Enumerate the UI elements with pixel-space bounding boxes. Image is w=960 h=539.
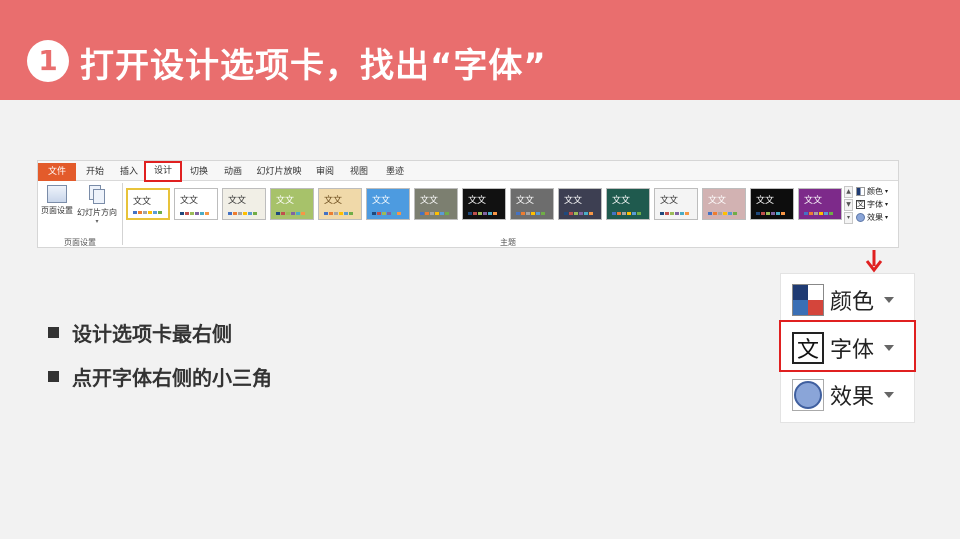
slide-orientation-icon: [89, 185, 105, 205]
tab-home[interactable]: 开始: [80, 163, 110, 181]
slide-orientation-button[interactable]: 幻灯片方向 ▾: [77, 185, 117, 225]
chevron-down-icon[interactable]: [884, 297, 895, 303]
theme-color-swatches: [612, 212, 641, 215]
tab-ink[interactable]: 墨迹: [380, 163, 410, 181]
effects-icon: [856, 213, 865, 222]
effects-icon: [792, 379, 824, 411]
theme-thumbnail[interactable]: 文文: [606, 188, 650, 220]
theme-sample-text: 文文: [133, 197, 152, 207]
theme-sample-text: 文文: [564, 196, 583, 206]
ribbon-tab-bar: 文件 开始 插入 设计 切换 动画 幻灯片放映 审阅 视图 墨迹: [38, 161, 898, 182]
gallery-scroll-down[interactable]: ▼: [844, 199, 853, 211]
colors-icon: [792, 284, 824, 316]
theme-thumbnail[interactable]: 文文: [414, 188, 458, 220]
theme-sample-text: 文文: [660, 196, 679, 206]
tab-animations[interactable]: 动画: [218, 163, 248, 181]
zoom-colors-item[interactable]: 颜色: [781, 277, 916, 323]
theme-color-swatches: [324, 212, 353, 215]
theme-thumbnail[interactable]: 文文: [222, 188, 266, 220]
theme-thumbnail[interactable]: 文文: [126, 188, 170, 220]
red-arrow-icon: [865, 250, 883, 273]
theme-sample-text: 文文: [468, 196, 487, 206]
theme-thumbnail[interactable]: 文文: [558, 188, 602, 220]
theme-color-swatches: [180, 212, 209, 215]
themes-group-label: 主题: [500, 238, 516, 247]
page-setup-group-label: 页面设置: [64, 238, 96, 247]
theme-color-swatches: [708, 212, 737, 215]
theme-thumbnail[interactable]: 文文: [798, 188, 842, 220]
gallery-scroll-up[interactable]: ▲: [844, 186, 853, 198]
theme-color-swatches: [804, 212, 833, 215]
bullet-item: 点开字体右侧的小三角: [48, 362, 272, 391]
theme-color-swatches: [372, 212, 401, 215]
tab-slideshow[interactable]: 幻灯片放映: [254, 163, 304, 181]
theme-thumbnail[interactable]: 文文: [510, 188, 554, 220]
variant-menu: 颜色 ▾ 文 字体 ▾ 效果 ▾: [856, 185, 888, 224]
theme-sample-text: 文文: [804, 196, 823, 206]
page-title: 打开设计选项卡，找出“字体”: [80, 46, 547, 86]
theme-color-swatches: [564, 212, 593, 215]
theme-sample-text: 文文: [516, 196, 535, 206]
theme-thumbnail[interactable]: 文文: [750, 188, 794, 220]
page-setup-icon: [47, 185, 67, 203]
ribbon: 文件 开始 插入 设计 切换 动画 幻灯片放映 审阅 视图 墨迹 页面设置 幻灯…: [37, 160, 899, 248]
theme-sample-text: 文文: [756, 196, 775, 206]
theme-thumbnail[interactable]: 文文: [366, 188, 410, 220]
fonts-icon: 文: [856, 200, 865, 209]
bullet-square-icon: [48, 371, 59, 382]
zoom-effects-item[interactable]: 效果: [781, 372, 916, 418]
theme-sample-text: 文文: [180, 196, 199, 206]
theme-thumbnail[interactable]: 文文: [318, 188, 362, 220]
fonts-highlight-box: [779, 320, 916, 372]
tab-insert[interactable]: 插入: [114, 163, 144, 181]
tab-transitions[interactable]: 切换: [184, 163, 214, 181]
theme-color-swatches: [420, 212, 449, 215]
theme-color-swatches: [660, 212, 689, 215]
bullet-square-icon: [48, 327, 59, 338]
colors-icon: [856, 187, 865, 196]
theme-color-swatches: [276, 212, 305, 215]
page-setup-button[interactable]: 页面设置: [41, 185, 73, 216]
theme-sample-text: 文文: [228, 196, 247, 206]
theme-sample-text: 文文: [276, 196, 295, 206]
theme-sample-text: 文文: [612, 196, 631, 206]
effects-menu-button[interactable]: 效果 ▾: [856, 211, 888, 224]
theme-thumbnail[interactable]: 文文: [654, 188, 698, 220]
theme-sample-text: 文文: [708, 196, 727, 206]
theme-color-swatches: [133, 211, 162, 214]
title-banner: 1 打开设计选项卡，找出“字体”: [0, 0, 960, 100]
theme-color-swatches: [516, 212, 545, 215]
tab-view[interactable]: 视图: [344, 163, 374, 181]
tab-review[interactable]: 审阅: [310, 163, 340, 181]
theme-thumbnail[interactable]: 文文: [174, 188, 218, 220]
tab-design[interactable]: 设计: [144, 161, 182, 182]
gallery-more[interactable]: ▾: [844, 212, 853, 224]
theme-color-swatches: [228, 212, 257, 215]
theme-color-swatches: [468, 212, 497, 215]
colors-menu-button[interactable]: 颜色 ▾: [856, 185, 888, 198]
fonts-menu-button[interactable]: 文 字体 ▾: [856, 198, 888, 211]
tab-file[interactable]: 文件: [38, 163, 76, 181]
chevron-down-icon[interactable]: [884, 392, 895, 398]
theme-sample-text: 文文: [324, 196, 343, 206]
theme-thumbnail[interactable]: 文文: [702, 188, 746, 220]
bullet-item: 设计选项卡最右侧: [48, 318, 232, 347]
theme-thumbnail[interactable]: 文文: [462, 188, 506, 220]
gallery-scroll: ▲ ▼ ▾: [844, 186, 853, 224]
theme-sample-text: 文文: [372, 196, 391, 206]
theme-sample-text: 文文: [420, 196, 439, 206]
group-divider: [122, 183, 123, 245]
theme-color-swatches: [756, 212, 785, 215]
step-number-badge: 1: [27, 40, 69, 82]
theme-thumbnail[interactable]: 文文: [270, 188, 314, 220]
